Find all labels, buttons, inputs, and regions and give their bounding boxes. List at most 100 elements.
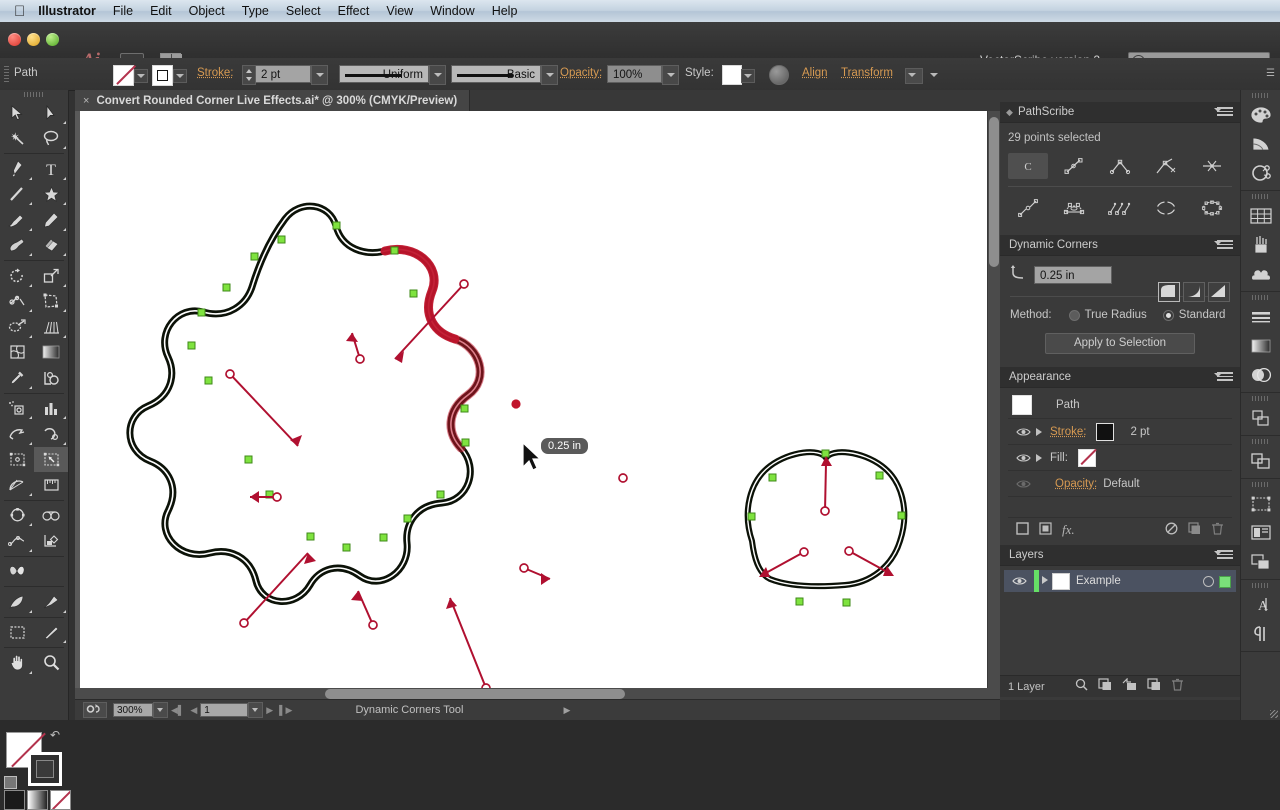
add-new-stroke-icon[interactable] [1016,522,1029,538]
layer-name[interactable]: Example [1076,575,1121,587]
dock-grip[interactable] [1252,439,1270,444]
layers-panel-header[interactable]: Layers [1000,545,1240,566]
artboard-number-dropdown[interactable] [248,702,263,718]
stroke-color-swatch[interactable] [1096,423,1114,441]
dynamic-corners-panel-header[interactable]: Dynamic Corners [1000,235,1240,256]
delete-item-icon[interactable] [1211,522,1224,538]
magic-wand-tool[interactable] [0,126,34,152]
delete-layer-icon[interactable] [1171,678,1184,696]
layer-disclosure-triangle[interactable] [1042,576,1048,584]
character-panel-icon[interactable]: A [1241,590,1280,619]
artboard-number-input[interactable]: 1 [200,703,248,717]
smooth-point-icon[interactable] [1008,195,1048,221]
drop-shadow-tool[interactable] [34,528,68,554]
menu-item-type[interactable]: Type [242,4,269,18]
method-true-radius-label[interactable]: True Radius [1085,309,1147,321]
artboards-panel-icon[interactable] [1241,547,1280,576]
stroke-color-swatch[interactable] [152,65,173,86]
stroke-weight-stepper[interactable] [242,65,256,85]
last-artboard-button[interactable]: ▌▶ [279,705,292,716]
transform-button[interactable]: Transform [841,67,893,79]
default-fill-stroke-icon[interactable] [4,776,17,789]
appearance-panel-header[interactable]: Appearance [1000,367,1240,388]
layer-selection-indicator[interactable] [1219,576,1231,588]
tools-panel-grip[interactable] [24,92,44,97]
panel-collapse-chevron-icon[interactable]: ◆ [1006,107,1013,118]
measure-tool[interactable] [34,472,68,498]
fill-dropdown-button[interactable] [134,69,148,83]
apple-icon[interactable]:  [14,4,25,19]
isolate-selected-icon[interactable] [905,68,923,84]
panel-collapse-icon[interactable]: ☰ [1266,68,1274,79]
canvas-vertical-scrollbar[interactable] [987,111,1000,700]
dock-grip[interactable] [1252,482,1270,487]
stroke-weight-label[interactable]: Stroke: [197,67,233,79]
method-standard-radio[interactable] [1163,310,1174,321]
zoom-level-input[interactable]: 300% [113,703,153,717]
blend-tool[interactable] [34,365,68,391]
canvas-area[interactable]: 0.25 in [75,111,1000,700]
visibility-icon-dim[interactable] [1016,479,1029,489]
stroke-indicator[interactable] [28,752,62,786]
layer-row[interactable]: Example [1004,570,1236,592]
apply-to-selection-button[interactable]: Apply to Selection [1045,333,1195,354]
pathscribe-panel-header[interactable]: ◆ PathScribe [1000,102,1240,123]
add-effect-icon[interactable]: fx. [1062,522,1075,538]
eyedropper-tool[interactable] [0,365,34,391]
knife-tool[interactable] [34,589,68,615]
inverted-round-corner-icon[interactable] [1183,282,1205,302]
gradient-button[interactable] [27,790,48,810]
menu-item-view[interactable]: View [386,4,413,18]
status-settings-icon[interactable] [83,702,107,718]
window-resize-grip[interactable] [1270,710,1278,718]
close-path-icon[interactable]: C [1008,153,1048,179]
free-transform-tool[interactable] [34,289,68,315]
kuler-icon[interactable] [1241,158,1280,187]
path-oval-tool[interactable] [0,503,34,529]
layer-target-icon[interactable] [1203,576,1214,587]
symbol-sprayer-tool[interactable] [0,396,34,422]
menu-item-help[interactable]: Help [492,4,518,18]
stroke-profile-dropdown[interactable] [429,65,446,85]
stroke-weight-dropdown[interactable] [311,65,328,85]
zoom-level-dropdown[interactable] [153,702,168,718]
protractor-tool[interactable] [0,472,34,498]
paintbrush-tool[interactable] [0,207,34,233]
artboard-frame-tool[interactable] [0,620,34,646]
dock-grip[interactable] [1252,295,1270,300]
fill-color-swatch[interactable] [113,65,134,86]
chamfer-corner-icon[interactable] [1208,282,1230,302]
appearance-object-row[interactable]: Path [1008,392,1232,419]
dock-grip[interactable] [1252,583,1270,588]
close-window-button[interactable] [8,33,21,46]
butterfly-symbol-tool[interactable] [0,559,34,585]
close-icon[interactable]: × [83,95,89,107]
appearance-opacity-row[interactable]: Opacity: Default [1008,471,1232,497]
appearance-fill-row[interactable]: Fill: [1008,445,1232,471]
opacity-label[interactable]: Opacity: [560,67,602,79]
path-point-tool[interactable] [0,528,34,554]
appearance-fill-label[interactable]: Fill: [1050,452,1068,464]
line-segment-tool[interactable] [0,182,34,208]
symbols-panel-icon[interactable] [1241,259,1280,288]
new-layer-icon[interactable] [1147,678,1161,696]
column-graph-tool[interactable] [34,396,68,422]
rotate-tool[interactable] [0,263,34,289]
color-button[interactable] [4,790,25,810]
minimize-window-button[interactable] [27,33,40,46]
align-button[interactable]: Align [802,67,828,79]
horizontal-scroll-thumb[interactable] [325,689,625,699]
brushes-panel-icon[interactable] [1241,230,1280,259]
zoom-window-button[interactable] [46,33,59,46]
corner-radius-input[interactable]: 0.25 in [1034,266,1112,284]
dual-circle-tool[interactable] [34,503,68,529]
stroke-weight-input[interactable]: 2 pt [255,65,311,83]
appearance-opacity-value[interactable]: Default [1103,478,1139,490]
stroke-profile-select[interactable]: Uniform [339,65,429,83]
method-true-radius-radio[interactable] [1069,310,1080,321]
dock-grip[interactable] [1252,396,1270,401]
pathscribe-panel-menu-icon[interactable] [1217,107,1233,118]
method-standard-label[interactable]: Standard [1179,309,1226,321]
recolor-artwork-icon[interactable] [769,65,789,85]
layer-visibility-icon[interactable] [1012,576,1025,586]
